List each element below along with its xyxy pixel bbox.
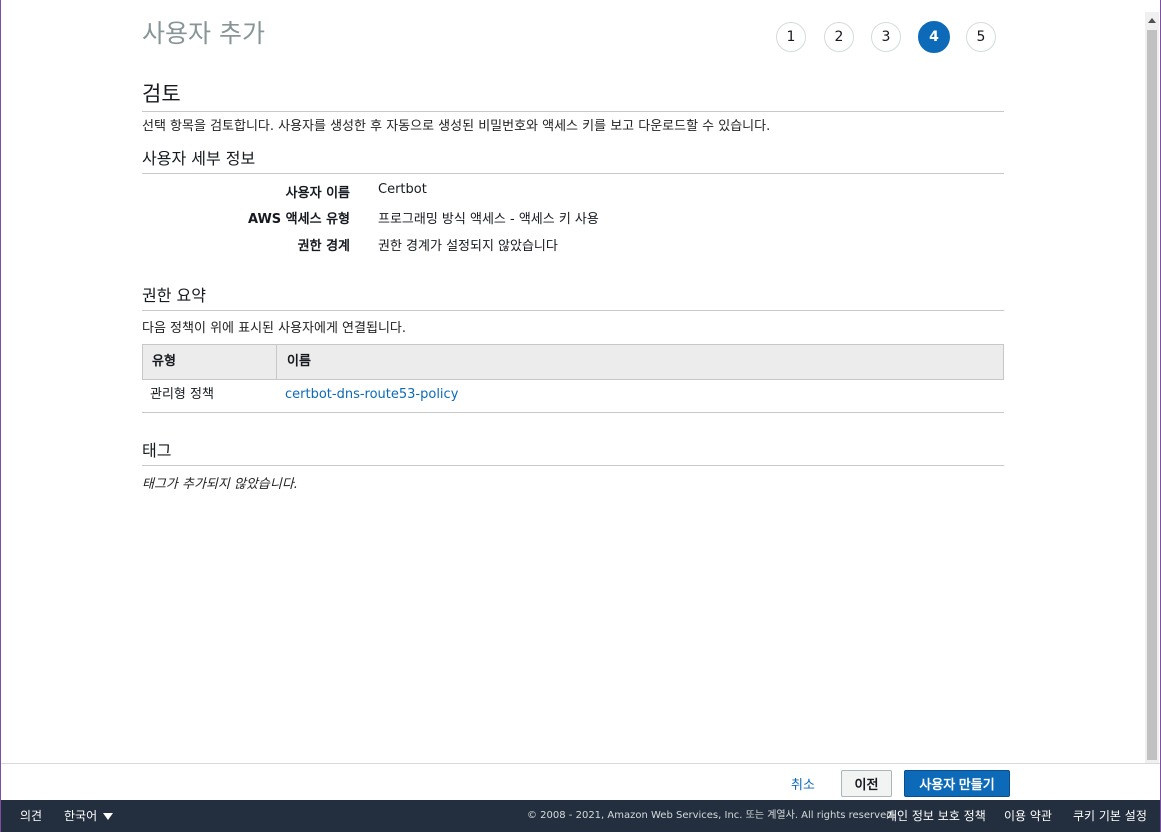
user-details-heading: 사용자 세부 정보 — [142, 145, 1004, 174]
scroll-up-arrow-icon[interactable] — [1145, 12, 1159, 28]
table-header: 유형 이름 — [142, 344, 1004, 380]
copyright-text: © 2008 - 2021, Amazon Web Services, Inc.… — [527, 810, 896, 821]
privacy-policy-link[interactable]: 개인 정보 보호 정책 — [886, 800, 986, 832]
detail-label: AWS 액세스 유형 — [247, 212, 350, 227]
detail-value: 프로그래밍 방식 액세스 - 액세스 키 사용 — [378, 212, 599, 227]
cancel-link[interactable]: 취소 — [791, 774, 815, 793]
page-title: 사용자 추가 — [142, 19, 265, 48]
detail-label: 사용자 이름 — [285, 186, 350, 201]
step-3[interactable]: 3 — [871, 22, 901, 52]
policy-name-link[interactable]: certbot-dns-route53-policy — [285, 380, 458, 410]
permissions-table: 유형 이름 관리형 정책 certbot-dns-route53-policy — [142, 344, 1004, 413]
caret-down-icon — [103, 813, 114, 820]
detail-label: 권한 경계 — [297, 239, 350, 254]
detail-value: Certbot — [378, 182, 427, 197]
cookie-preferences-link[interactable]: 쿠키 기본 설정 — [1073, 800, 1147, 832]
policy-type-cell: 관리형 정책 — [150, 387, 214, 402]
tags-heading: 태그 — [142, 437, 1004, 466]
column-header-type: 유형 — [143, 345, 277, 379]
language-label: 한국어 — [64, 809, 98, 823]
console-footer: 의견 한국어 © 2008 - 2021, Amazon Web Service… — [1, 800, 1160, 832]
create-user-button[interactable]: 사용자 만들기 — [904, 770, 1010, 797]
terms-link[interactable]: 이용 약관 — [1004, 800, 1052, 832]
step-2[interactable]: 2 — [824, 22, 854, 52]
permissions-description: 다음 정책이 위에 표시된 사용자에게 연결됩니다. — [142, 321, 406, 336]
step-5[interactable]: 5 — [966, 22, 996, 52]
language-selector[interactable]: 한국어 — [64, 800, 114, 832]
add-user-page: 사용자 추가 1 2 3 4 5 검토 선택 항목을 검토합니다. 사용자를 생… — [1, 0, 1145, 763]
detail-value: 권한 경계가 설정되지 않았습니다 — [378, 239, 558, 254]
tags-empty-message: 태그가 추가되지 않았습니다. — [142, 477, 298, 492]
feedback-link[interactable]: 의견 — [20, 800, 42, 832]
step-4-current[interactable]: 4 — [918, 21, 950, 53]
permissions-summary-heading: 권한 요약 — [142, 282, 1004, 311]
wizard-action-bar: 취소 이전 사용자 만들기 — [1, 763, 1160, 800]
review-description: 선택 항목을 검토합니다. 사용자를 생성한 후 자동으로 생성된 비밀번호와 … — [142, 119, 771, 134]
review-heading: 검토 — [142, 78, 1004, 112]
table-row: 관리형 정책 certbot-dns-route53-policy — [142, 380, 1004, 413]
step-1[interactable]: 1 — [776, 22, 806, 52]
scrollbar-thumb[interactable] — [1147, 30, 1157, 760]
vertical-scrollbar[interactable] — [1145, 12, 1159, 763]
previous-button[interactable]: 이전 — [841, 770, 892, 797]
column-header-name: 이름 — [287, 354, 311, 369]
